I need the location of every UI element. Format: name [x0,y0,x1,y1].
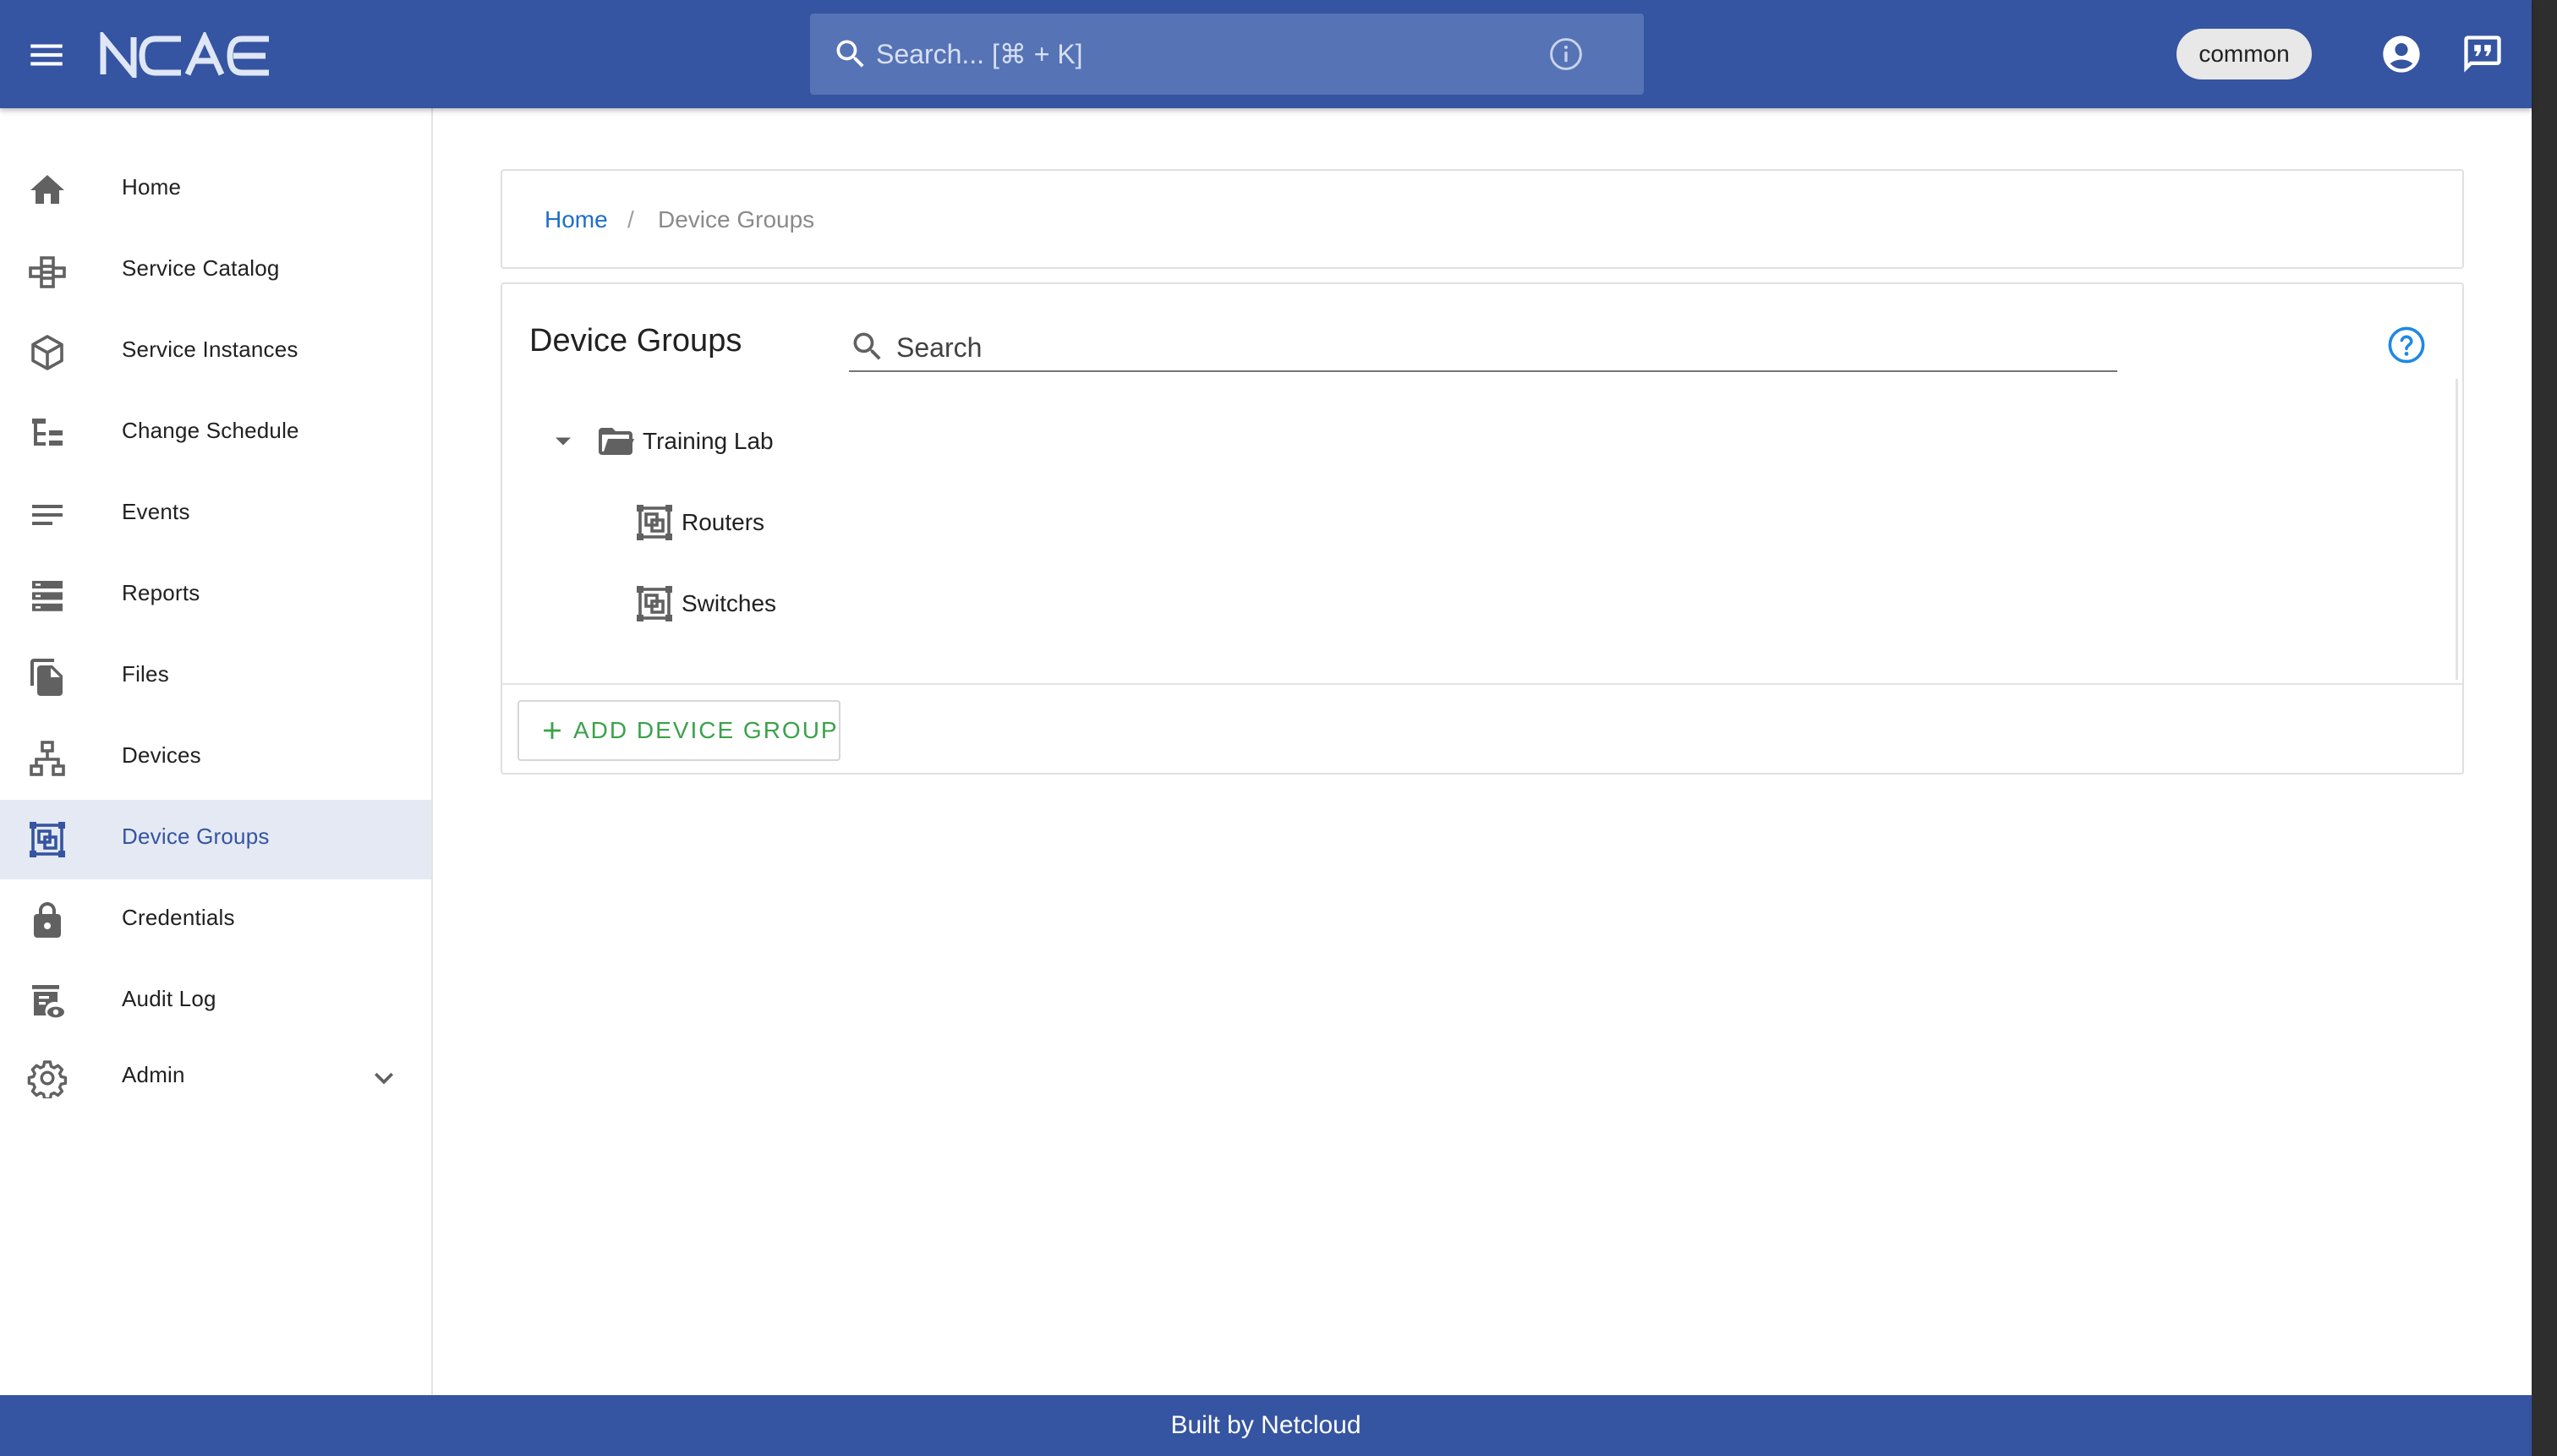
sidebar-item-service-catalog[interactable]: Service Catalog [0,232,431,311]
sidebar-item-devices[interactable]: Devices [0,719,431,798]
menu-icon[interactable] [25,34,68,76]
sidebar-item-label: Device Groups [122,824,270,849]
breadcrumb: Home / Device Groups [501,169,2464,269]
footer: Built by Netcloud [0,1395,2532,1456]
sidebar-item-label: Files [122,661,169,687]
gear-icon [27,1060,68,1098]
page-title: Device Groups [529,323,742,359]
folder-open-icon [599,428,634,455]
tenant-selector[interactable]: common [2176,29,2312,79]
lines-icon [32,505,63,525]
home-icon [30,175,64,204]
tree-node-label: Training Lab [643,428,774,454]
breadcrumb-separator: / [627,206,634,233]
sidebar-item-change-schedule[interactable]: Change Schedule [0,394,431,473]
add-device-group-label: ADD DEVICE GROUP [573,717,839,743]
cube-icon [31,335,63,370]
add-device-group-button[interactable]: ADD DEVICE GROUP [517,700,840,761]
catalog-icon [29,256,66,288]
sidebar-item-service-instances[interactable]: Service Instances [0,313,431,392]
schedule-tree-icon [32,419,63,446]
sidebar-item-credentials[interactable]: Credentials [0,881,431,961]
device-groups-icon [30,822,65,857]
sidebar-item-reports[interactable]: Reports [0,556,431,636]
group-search [849,321,2117,372]
sidebar-item-admin[interactable]: Admin [0,1038,431,1118]
chevron-down-icon[interactable] [365,1059,402,1097]
tree-node-training-lab[interactable]: Training Lab [595,411,774,472]
reports-icon [32,581,63,611]
tree-node-switches[interactable]: Switches [634,573,776,634]
sidebar-item-device-groups[interactable]: Device Groups [0,800,431,879]
footer-text: Built by Netcloud [1170,1411,1361,1439]
sidebar-item-label: Audit Log [122,986,216,1011]
network-icon [30,741,65,776]
search-icon [853,332,881,360]
sidebar-item-home[interactable]: Home [0,151,431,230]
search-icon [836,40,864,68]
breadcrumb-home-link[interactable]: Home [545,206,608,233]
sidebar-item-audit-log[interactable]: Audit Log [0,962,431,1042]
sidebar-item-label: Service Instances [122,337,298,362]
app-window: common Home [0,0,2532,1456]
window-scrollbar[interactable] [2532,0,2557,1456]
tree-node-label: Switches [682,590,777,616]
sidebar-item-label: Credentials [122,905,235,930]
sidebar-item-label: Change Schedule [122,418,299,443]
help-icon[interactable] [2386,325,2427,365]
account-icon[interactable] [2379,32,2423,76]
tree-node-routers[interactable]: Routers [634,492,764,553]
device-group-icon [637,505,672,540]
device-group-icon [637,586,672,621]
sidebar-item-label: Service Catalog [122,255,280,281]
top-bar: common [0,0,2532,108]
sidebar-nav: Home Service Catalog Service Instances C… [0,108,433,1395]
global-search [810,14,1644,95]
files-icon [30,659,63,696]
sidebar-item-files[interactable]: Files [0,638,431,717]
plus-icon [544,722,561,739]
sidebar-item-label: Reports [122,580,200,605]
group-search-input[interactable] [896,326,2097,369]
tree-scrollbar[interactable] [2456,379,2458,680]
sidebar-item-label: Events [122,499,190,524]
sidebar-item-label: Devices [122,742,201,768]
tree-node-label: Routers [682,509,765,535]
sidebar-item-events[interactable]: Events [0,475,431,555]
ncae-logo[interactable] [100,32,274,78]
sidebar-item-label: Admin [122,1062,185,1087]
audit-icon [32,985,64,1018]
device-groups-panel: Device Groups Training Lab [501,282,2464,775]
info-icon[interactable] [1547,36,1585,73]
global-search-input[interactable] [876,29,1536,79]
divider [502,683,2462,685]
feedback-icon[interactable] [2461,32,2505,76]
caret-down-icon[interactable] [548,426,578,457]
breadcrumb-current: Device Groups [658,206,815,233]
lock-icon [34,902,61,938]
sidebar-item-label: Home [122,174,182,200]
